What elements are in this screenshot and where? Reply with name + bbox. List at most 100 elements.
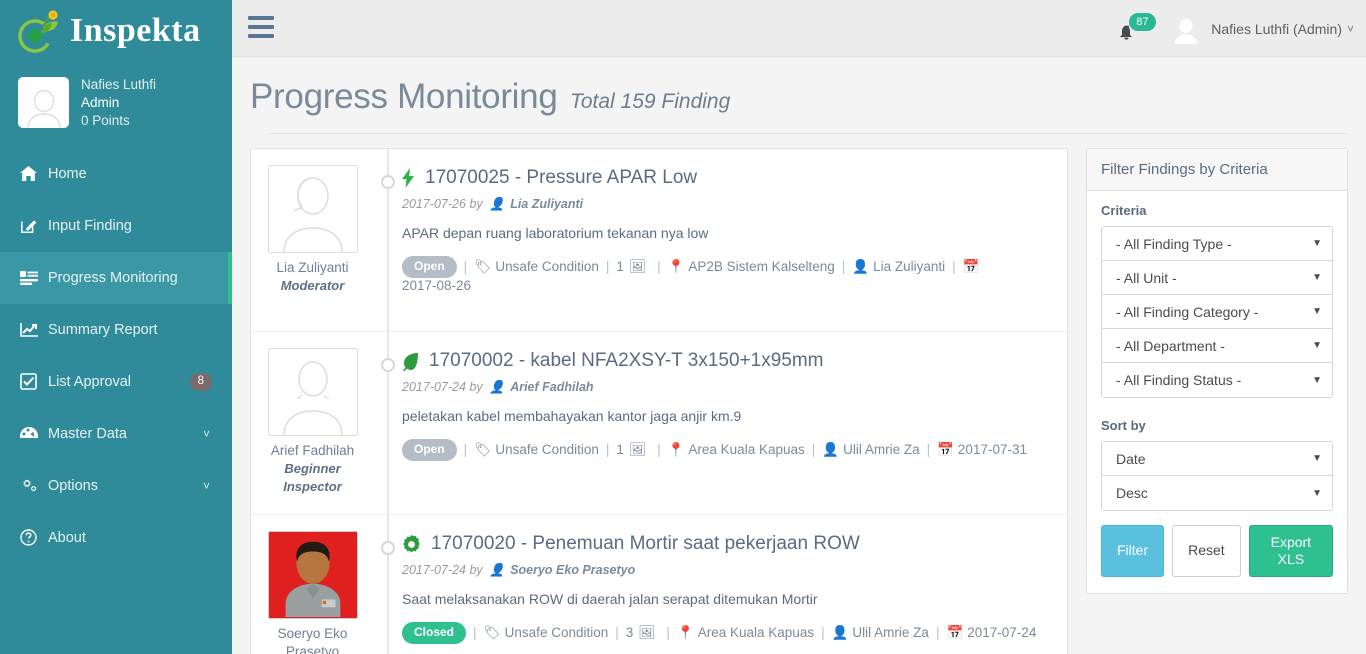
user-icon: 👤 (489, 379, 505, 394)
calendar-icon: 📅 (937, 441, 954, 457)
sidebar-item-options[interactable]: Options ˅ (0, 460, 232, 512)
criteria-select-group: - All Finding Type - ▼ - All Unit - ▼ - … (1101, 226, 1333, 398)
user-placeholder-icon (1175, 18, 1198, 44)
chevron-down-icon: ˅ (202, 478, 210, 493)
chevron-down-icon: ˅ (202, 426, 210, 441)
avatar (1171, 14, 1201, 44)
brand-name: Inspekta (70, 12, 201, 49)
finding-due-date: 2017-07-24 (967, 625, 1037, 641)
tag-icon: 🏷 (483, 624, 501, 640)
finding-tags: Open | 🏷 Unsafe Condition | 1 🖼 | 📍 Area… (402, 438, 1051, 461)
finding-by-prefix: by (469, 562, 483, 577)
finding-by-name: Arief Fadhilah (510, 379, 594, 394)
separator: | (952, 259, 956, 275)
avatar (267, 348, 358, 436)
user-placeholder-icon (282, 177, 343, 252)
finding-reporter-role: Moderator (280, 278, 345, 294)
select-value: Date (1116, 450, 1146, 467)
separator: | (657, 442, 661, 458)
sidebar-item-input-finding[interactable]: Input Finding (0, 200, 232, 252)
question-circle-icon (20, 529, 48, 547)
sidebar-item-summary-report[interactable]: Summary Report (0, 304, 232, 356)
select-sort-direction[interactable]: Desc ▼ (1102, 476, 1332, 510)
sidebar-item-label: Summary Report (48, 321, 158, 338)
check-square-icon (20, 373, 48, 391)
separator: | (821, 625, 825, 641)
topbar-user-label[interactable]: Nafies Luthfi (Admin) (1211, 21, 1342, 37)
sidebar-item-label: Home (48, 165, 87, 182)
user-icon: 👤 (831, 624, 849, 640)
brand[interactable]: Inspekta (0, 0, 232, 62)
chevron-down-icon: ▼ (1312, 306, 1322, 317)
select-department[interactable]: - All Department - ▼ (1102, 329, 1332, 363)
select-unit[interactable]: - All Unit - ▼ (1102, 261, 1332, 295)
separator: | (605, 442, 610, 458)
filter-button[interactable]: Filter (1101, 525, 1165, 577)
finding-reporter-role: Beginner Inspector (283, 461, 342, 494)
finding-reporter: Lia Zuliyanti Moderator (251, 149, 374, 331)
finding-body: 17070020 - Penemuan Mortir saat pekerjaa… (402, 515, 1067, 654)
select-sort-field[interactable]: Date ▼ (1102, 442, 1332, 476)
notification-count-badge: 87 (1129, 12, 1156, 31)
filter-panel: Filter Findings by Criteria Criteria - A… (1086, 148, 1348, 594)
sidebar-user-points: 0 Points (81, 112, 130, 128)
select-finding-status[interactable]: - All Finding Status - ▼ (1102, 363, 1332, 397)
timeline (374, 515, 402, 654)
finding-title-link[interactable]: 17070002 - kabel NFA2XSY-T 3x150+1x95mm (429, 350, 824, 373)
separator: | (811, 442, 816, 458)
separator: | (926, 442, 931, 458)
finding-row[interactable]: Arief Fadhilah Beginner Inspector 170700… (251, 332, 1067, 515)
tag-icon: 🏷 (474, 258, 492, 274)
finding-date: 2017-07-26 (402, 196, 466, 211)
finding-category: Unsafe Condition (495, 442, 599, 458)
finding-body: 17070002 - kabel NFA2XSY-T 3x150+1x95mm … (402, 332, 1067, 514)
sidebar-item-master-data[interactable]: Master Data ˅ (0, 408, 232, 460)
select-finding-type[interactable]: - All Finding Type - ▼ (1102, 227, 1332, 261)
sidebar-item-label: List Approval (48, 373, 132, 390)
finding-reporter: Soeryo Eko Prasetyo (251, 515, 374, 654)
finding-by-prefix: by (469, 379, 483, 394)
sidebar-user-role: Admin (81, 94, 120, 110)
select-finding-category[interactable]: - All Finding Category - ▼ (1102, 295, 1332, 329)
separator: | (841, 259, 846, 275)
finding-row[interactable]: Lia Zuliyanti Moderator 17070025 - Press… (251, 149, 1067, 332)
finding-by-prefix: by (469, 196, 483, 211)
image-icon: 🖼 (628, 441, 647, 457)
select-value: - All Unit - (1116, 269, 1177, 286)
finding-due-date: 2017-07-31 (957, 442, 1027, 458)
hamburger-icon[interactable] (248, 16, 274, 38)
gear-icon (402, 534, 421, 554)
finding-reporter-name: Lia Zuliyanti (276, 260, 349, 275)
sidebar-item-label: About (48, 529, 86, 546)
timeline-dot (381, 358, 395, 372)
map-marker-icon: 📍 (667, 258, 685, 274)
sidebar: Inspekta Nafies Luthfi Admin 0 Points Ho… (0, 0, 232, 654)
page-subtitle: Total 159 Finding (569, 90, 731, 113)
chevron-down-icon[interactable]: ˅ (1347, 22, 1354, 36)
finding-description: Saat melaksanakan ROW di daerah jalan se… (402, 590, 818, 607)
finding-location: Area Kuala Kapuas (697, 625, 815, 641)
sidebar-item-about[interactable]: About (0, 512, 232, 564)
sidebar-user-box: Nafies Luthfi Admin 0 Points (0, 62, 232, 148)
finding-title-link[interactable]: 17070025 - Pressure APAR Low (425, 167, 697, 190)
topbar: 87 Nafies Luthfi (Admin) ˅ (232, 0, 1366, 57)
finding-category: Unsafe Condition (504, 625, 609, 641)
finding-category: Unsafe Condition (495, 259, 599, 275)
finding-tags: Open | 🏷 Unsafe Condition | 1 🖼 | 📍 AP2B… (402, 255, 1051, 293)
pencil-square-icon (20, 217, 48, 234)
finding-reporter: Arief Fadhilah Beginner Inspector (251, 332, 374, 514)
filter-panel-body: Criteria - All Finding Type - ▼ - All Un… (1087, 191, 1347, 593)
finding-row[interactable]: Soeryo Eko Prasetyo 17070020 - Penemuan … (251, 515, 1067, 654)
finding-assignee: Ulil Amrie Za (843, 442, 920, 458)
export-xls-button[interactable]: Export XLS (1248, 525, 1333, 577)
home-icon (20, 166, 48, 182)
reset-button[interactable]: Reset (1172, 525, 1241, 577)
notification-button[interactable]: 87 (1117, 9, 1159, 49)
finding-due-date: 2017-08-26 (402, 277, 472, 293)
sidebar-item-progress-monitoring[interactable]: Progress Monitoring (0, 251, 232, 304)
sidebar-item-list-approval[interactable]: List Approval 8 (0, 356, 232, 408)
finding-title-link[interactable]: 17070020 - Penemuan Mortir saat pekerjaa… (431, 533, 860, 556)
sidebar-item-home[interactable]: Home (0, 148, 232, 200)
separator: | (615, 625, 619, 641)
chevron-down-icon: ▼ (1312, 238, 1322, 249)
